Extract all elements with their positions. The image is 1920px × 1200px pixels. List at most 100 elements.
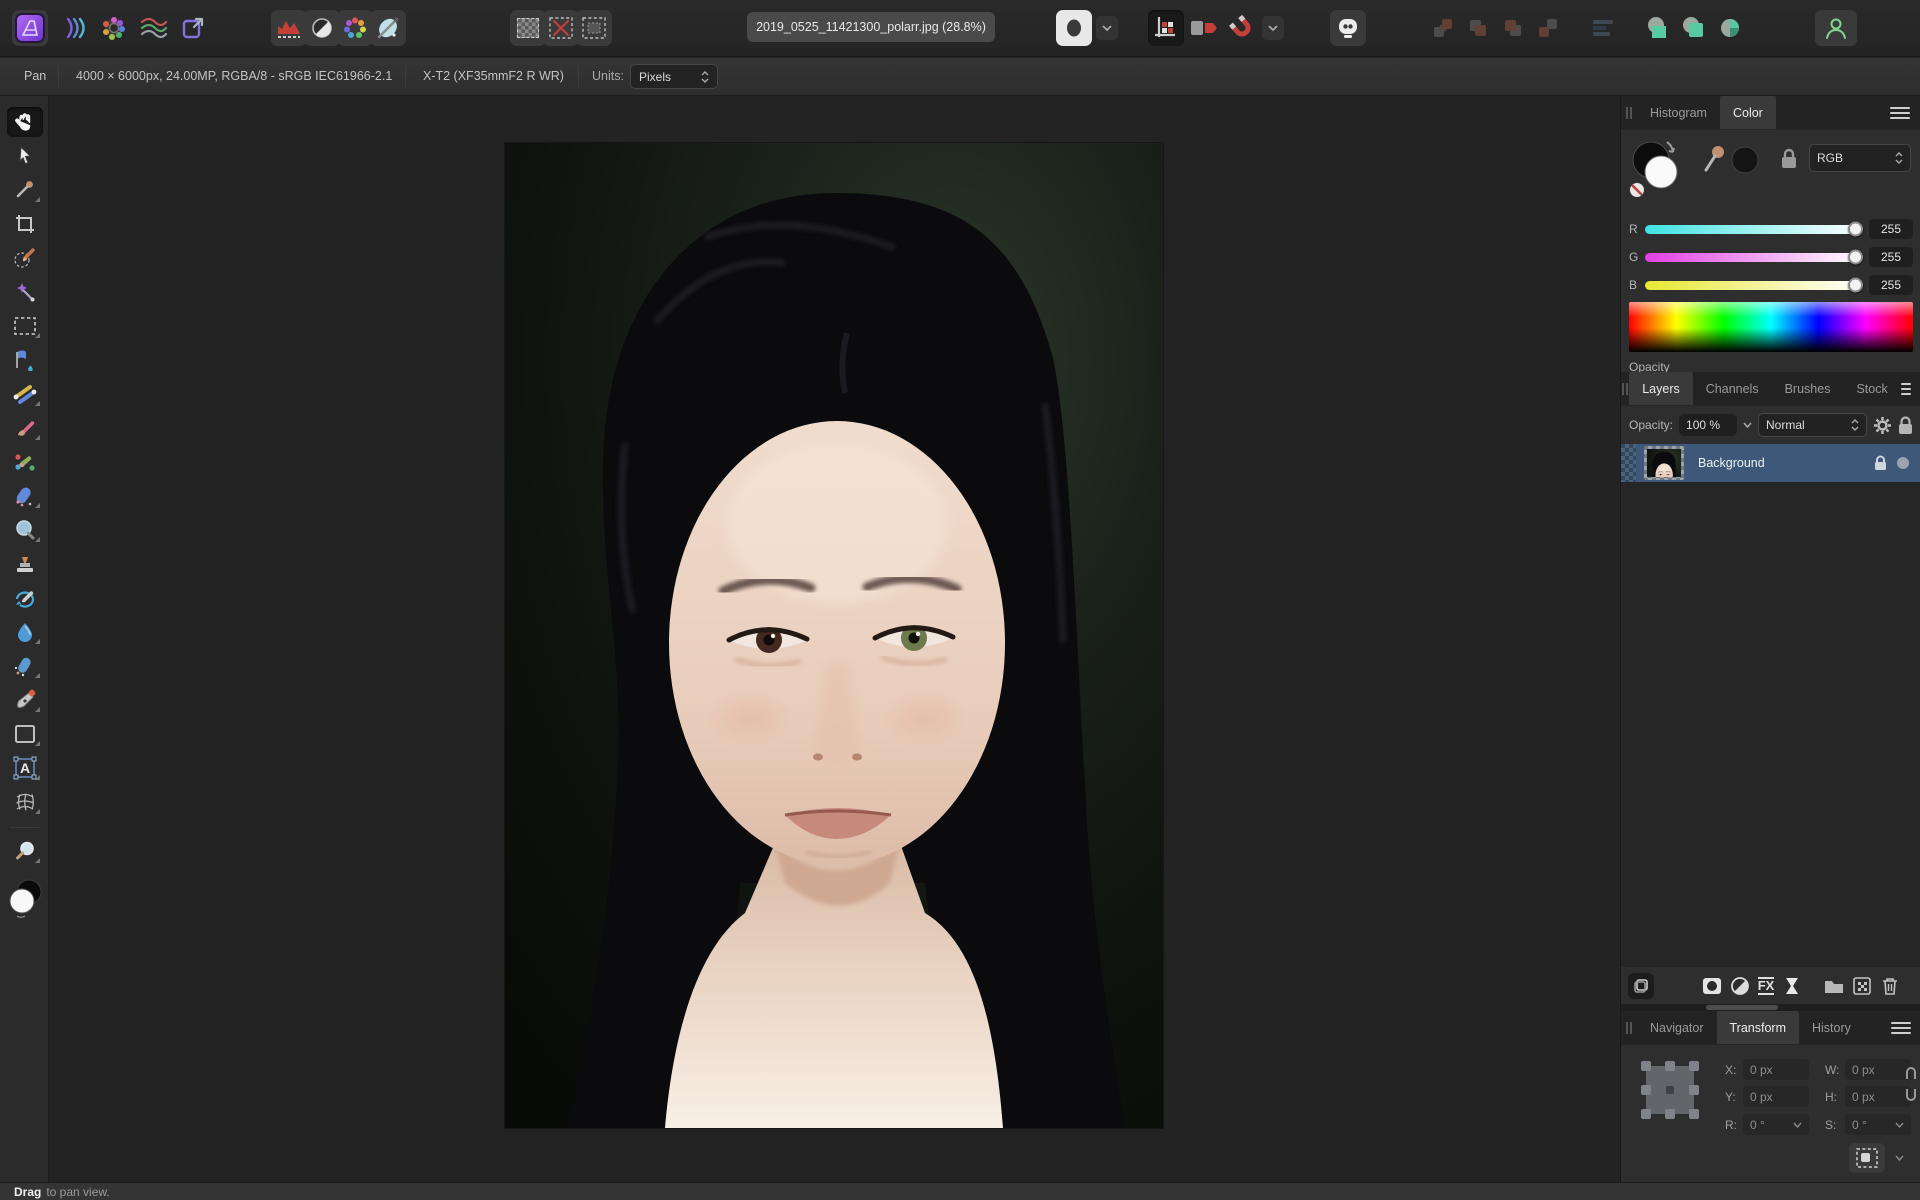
link-layers-icon[interactable] <box>1628 973 1654 999</box>
alignment-icon[interactable] <box>1585 10 1621 46</box>
color-swatches[interactable] <box>7 876 43 920</box>
add-pixel-layer-icon[interactable] <box>1849 973 1875 999</box>
blur-tool[interactable] <box>7 617 43 647</box>
mask-layer-button-icon[interactable] <box>1699 973 1725 999</box>
transform-anchor-selector[interactable] <box>1639 1059 1701 1121</box>
layers-panel-menu-icon[interactable] <box>1901 372 1920 405</box>
layer-list-empty-area[interactable] <box>1621 482 1920 966</box>
mesh-warp-tool[interactable] <box>7 787 43 817</box>
rectangular-marquee-tool[interactable] <box>7 311 43 341</box>
color-picker-swatch[interactable] <box>1703 144 1761 178</box>
red-slider-knob[interactable] <box>1848 222 1863 237</box>
flood-select-tool[interactable] <box>7 277 43 307</box>
layer-drag-handle[interactable] <box>1621 444 1636 482</box>
w-field[interactable]: 0 px <box>1845 1059 1911 1080</box>
auto-levels-icon[interactable] <box>271 10 307 46</box>
tab-histogram[interactable]: Histogram <box>1637 96 1720 129</box>
panel-grip[interactable] <box>1621 1011 1637 1044</box>
smudge-tool[interactable] <box>7 651 43 681</box>
lock-icon[interactable] <box>1781 148 1797 170</box>
x-field[interactable]: 0 px <box>1743 1059 1809 1080</box>
delete-layer-trash-icon[interactable] <box>1877 973 1903 999</box>
develop-persona-icon[interactable] <box>96 10 132 46</box>
panel-grip[interactable] <box>1621 372 1629 405</box>
layer-effects-fx-icon[interactable]: FX <box>1753 973 1779 999</box>
blend-mode-dropdown[interactable]: Normal <box>1758 413 1867 437</box>
color-mode-dropdown[interactable]: RGB <box>1809 144 1911 172</box>
view-tool[interactable] <box>7 107 43 137</box>
color-panel-menu-icon[interactable] <box>1890 96 1920 129</box>
clone-stamp-tool[interactable] <box>7 549 43 579</box>
layers-panel-scrollbar-track[interactable] <box>1621 1004 1920 1011</box>
layers-opacity-field[interactable]: 100 % <box>1679 414 1737 436</box>
units-dropdown[interactable]: Pixels <box>630 64 718 89</box>
panel-grip[interactable] <box>1621 96 1637 129</box>
layers-opacity-chevron[interactable] <box>1743 422 1752 428</box>
tab-channels[interactable]: Channels <box>1693 372 1772 405</box>
geometry-divide-icon[interactable] <box>1712 10 1748 46</box>
snapping-presets-icon[interactable] <box>1186 10 1222 46</box>
live-filter-icon[interactable] <box>1779 973 1805 999</box>
tab-brushes[interactable]: Brushes <box>1772 372 1844 405</box>
move-tool[interactable] <box>7 141 43 171</box>
tab-color[interactable]: Color <box>1720 96 1776 129</box>
document-title[interactable]: 2019_0525_11421300_polarr.jpg (28.8%) <box>747 12 995 42</box>
group-layers-folder-icon[interactable] <box>1821 973 1847 999</box>
invert-selection-icon[interactable] <box>576 10 612 46</box>
transform-mode-button[interactable] <box>1849 1143 1885 1173</box>
account-person-icon[interactable] <box>1815 10 1857 46</box>
liquify-persona-icon[interactable] <box>56 10 92 46</box>
units-stepper[interactable] <box>701 71 709 83</box>
arrange-move-backward-icon[interactable] <box>1495 10 1531 46</box>
crop-tool[interactable] <box>7 209 43 239</box>
geometry-subtract-icon[interactable] <box>1676 10 1712 46</box>
affinity-photo-app-icon[interactable] <box>12 10 48 46</box>
transform-panel-menu-icon[interactable] <box>1891 1011 1920 1044</box>
blue-slider-knob[interactable] <box>1848 278 1863 293</box>
erase-brush-tool[interactable] <box>7 481 43 511</box>
pen-tool[interactable] <box>7 685 43 715</box>
snapping-magnet-icon[interactable] <box>1224 10 1260 46</box>
assistant-robot-icon[interactable] <box>1330 10 1366 46</box>
snapping-grid-icon[interactable] <box>1148 10 1184 46</box>
blue-slider[interactable] <box>1645 281 1861 290</box>
y-field[interactable]: 0 px <box>1743 1086 1809 1107</box>
paint-brush-tool[interactable] <box>7 413 43 443</box>
tab-navigator[interactable]: Navigator <box>1637 1011 1717 1044</box>
layer-thumbnail[interactable] <box>1644 446 1684 480</box>
arrange-move-to-back-icon[interactable] <box>1530 10 1566 46</box>
arrange-move-forward-icon[interactable] <box>1460 10 1496 46</box>
document-photo[interactable] <box>505 143 1163 1128</box>
layer-row-background[interactable]: Background <box>1621 444 1920 482</box>
select-all-icon[interactable] <box>510 10 546 46</box>
tab-history[interactable]: History <box>1799 1011 1864 1044</box>
color-replacement-brush-tool[interactable] <box>7 447 43 477</box>
deselect-icon[interactable] <box>543 10 579 46</box>
flood-fill-tool[interactable] <box>7 345 43 375</box>
artistic-text-tool[interactable]: A <box>7 753 43 783</box>
auto-colours-icon[interactable] <box>337 10 373 46</box>
geometry-add-icon[interactable] <box>1640 10 1676 46</box>
fill-stroke-swatches[interactable] <box>1629 138 1695 200</box>
mask-layer-icon[interactable] <box>1056 10 1092 46</box>
layer-settings-gear-icon[interactable] <box>1873 416 1892 435</box>
blue-value-field[interactable]: 255 <box>1869 275 1913 295</box>
color-spectrum[interactable] <box>1629 302 1913 352</box>
color-picker-tool[interactable] <box>7 175 43 205</box>
mask-options-chevron[interactable] <box>1096 16 1118 40</box>
auto-contrast-icon[interactable] <box>304 10 340 46</box>
export-persona-icon[interactable] <box>176 10 212 46</box>
zoom-tool[interactable] <box>7 836 43 866</box>
s-field[interactable]: 0 ° <box>1845 1114 1911 1135</box>
gradient-tool[interactable] <box>7 379 43 409</box>
arrange-move-to-front-icon[interactable] <box>1425 10 1461 46</box>
r-field[interactable]: 0 ° <box>1743 1114 1809 1135</box>
blemish-removal-tool[interactable] <box>7 515 43 545</box>
adjustment-layer-icon[interactable] <box>1727 973 1753 999</box>
transform-mode-chevron[interactable] <box>1889 1147 1909 1169</box>
auto-white-balance-icon[interactable] <box>370 10 406 46</box>
selection-brush-tool[interactable] <box>7 243 43 273</box>
green-slider[interactable] <box>1645 253 1861 262</box>
snapping-options-chevron[interactable] <box>1262 16 1284 40</box>
rectangle-tool[interactable] <box>7 719 43 749</box>
